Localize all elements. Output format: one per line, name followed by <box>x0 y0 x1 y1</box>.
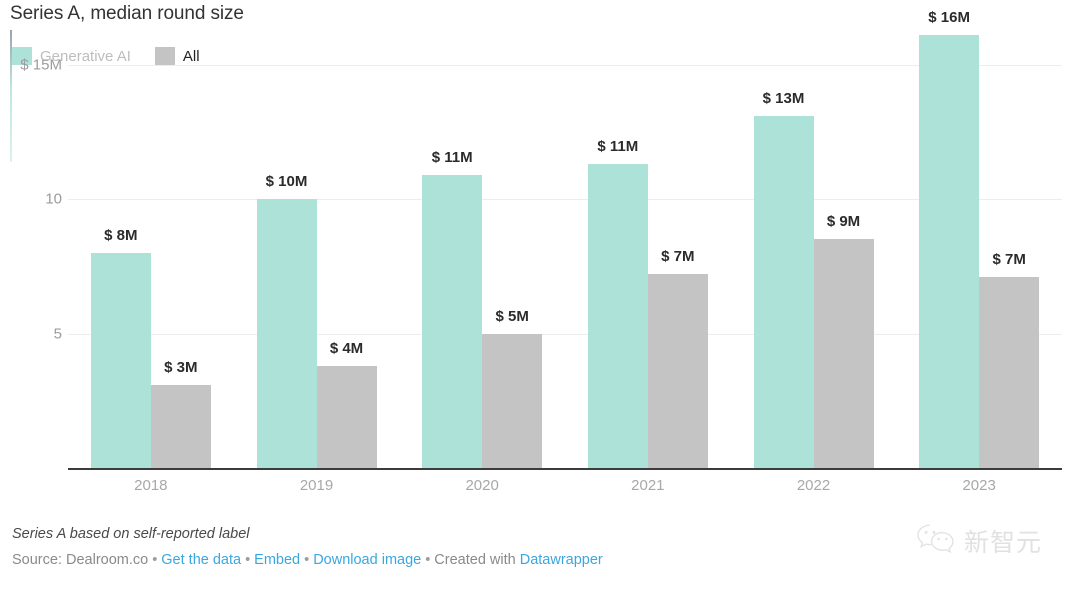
bar-value-label-2023-all: $ 7M <box>992 251 1026 269</box>
x-tick-label-2023: 2023 <box>962 477 996 494</box>
footer-separator-1: • <box>152 552 158 568</box>
bar-value-label-2018-generative-ai: $ 8M <box>104 226 138 244</box>
watermark: 新智元 <box>915 522 1042 559</box>
bar-2023-all[interactable] <box>979 277 1040 468</box>
bar-value-label-2020-generative-ai: $ 11M <box>431 148 473 166</box>
wechat-icon <box>915 522 957 559</box>
bar-2020-all[interactable] <box>482 333 543 468</box>
footer-created-with: Created with <box>434 552 516 568</box>
footer-link-embed[interactable]: Embed <box>254 552 300 568</box>
bar-value-label-2019-all: $ 4M <box>329 339 364 357</box>
bar-value-label-2023-generative-ai: $ 16M <box>928 8 970 26</box>
bar-2019-generative-ai[interactable] <box>256 199 317 468</box>
bar-value-label-2022-generative-ai: $ 13M <box>762 89 805 107</box>
bar-value-label-2022-all: $ 9M <box>826 213 861 231</box>
bar-value-label-2021-all: $ 7M <box>661 248 695 266</box>
watermark-text: 新智元 <box>964 527 1043 557</box>
footer-link-get-the-data[interactable]: Get the data <box>161 552 241 568</box>
bar-2022-generative-ai[interactable] <box>753 115 814 468</box>
footer-separator-3: • <box>304 552 310 568</box>
bar-2019-all[interactable] <box>316 365 377 468</box>
footer-separator-2: • <box>245 552 251 568</box>
bar-value-label-2019-generative-ai: $ 10M <box>265 173 308 191</box>
footer-source: Source: Dealroom.co • Get the data • Embed • D… <box>12 552 912 568</box>
bar-value-label-2021-generative-ai: $ 11M <box>597 138 639 156</box>
bar-2021-generative-ai[interactable] <box>587 164 648 468</box>
bar-2022-all[interactable] <box>813 239 874 468</box>
x-axis-baseline <box>68 468 1062 470</box>
footer-note: Series A based on self-reported label <box>12 526 250 542</box>
x-tick-label-2022: 2022 <box>796 477 831 494</box>
x-tick-label-2020: 2020 <box>465 477 499 494</box>
bar-2021-all[interactable] <box>647 274 708 468</box>
bar-2018-all[interactable] <box>150 384 211 468</box>
chart-footer: Series A based on self-reported label So… <box>12 526 912 568</box>
plot-area: $ 15M 10 5 $ 8M $ 3M $ 10M $ 4M $ 11M $ 5M $ 11M… <box>0 0 1080 500</box>
footer-link-download-image[interactable]: Download image <box>313 552 421 568</box>
footer-link-datawrapper[interactable]: Datawrapper <box>520 552 603 568</box>
footer-separator-4: • <box>425 552 431 568</box>
x-tick-label-2021: 2021 <box>631 477 665 494</box>
bar-value-label-2018-all: $ 3M <box>164 358 198 376</box>
x-tick-label-2018: 2018 <box>134 477 168 494</box>
footer-source-prefix: Source: Dealroom.co <box>12 552 149 568</box>
bar-value-label-2020-all: $ 5M <box>495 307 529 325</box>
x-tick-label-2019: 2019 <box>299 477 334 494</box>
